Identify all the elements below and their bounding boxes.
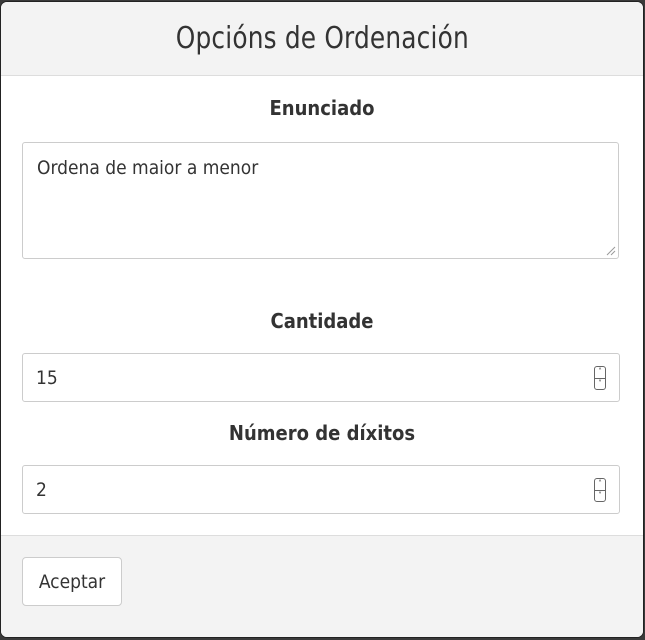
chevron-up-icon[interactable]: ˄ bbox=[595, 479, 605, 490]
chevron-up-icon[interactable]: ˄ bbox=[595, 367, 605, 378]
dialog-header: Opcións de Ordenación bbox=[1, 2, 643, 76]
quantity-value: 15 bbox=[36, 366, 58, 389]
chevron-down-icon[interactable]: ˅ bbox=[595, 489, 605, 502]
accept-button[interactable]: Aceptar bbox=[22, 557, 122, 606]
quantity-label: Cantidade bbox=[270, 309, 374, 333]
ordering-options-dialog: Opcións de Ordenación Enunciado Ordena d… bbox=[1, 2, 643, 637]
dialog-footer: Aceptar bbox=[1, 535, 643, 637]
chevron-down-icon[interactable]: ˅ bbox=[595, 377, 605, 390]
dialog-body: Enunciado Ordena de maior a menor Cantid… bbox=[1, 76, 643, 534]
digits-stepper[interactable]: ˄ ˅ bbox=[594, 478, 606, 502]
dialog-title: Opcións de Ordenación bbox=[175, 21, 469, 56]
digits-input[interactable]: 2 ˄ ˅ bbox=[22, 465, 620, 514]
resize-grip-icon[interactable] bbox=[604, 244, 616, 256]
digits-value: 2 bbox=[36, 478, 47, 501]
quantity-input[interactable]: 15 ˄ ˅ bbox=[22, 353, 620, 402]
digits-label: Número de díxitos bbox=[228, 421, 416, 445]
quantity-stepper[interactable]: ˄ ˅ bbox=[594, 366, 606, 390]
statement-textarea[interactable]: Ordena de maior a menor bbox=[22, 142, 619, 259]
statement-label: Enunciado bbox=[269, 96, 375, 120]
statement-text: Ordena de maior a menor bbox=[37, 157, 259, 179]
